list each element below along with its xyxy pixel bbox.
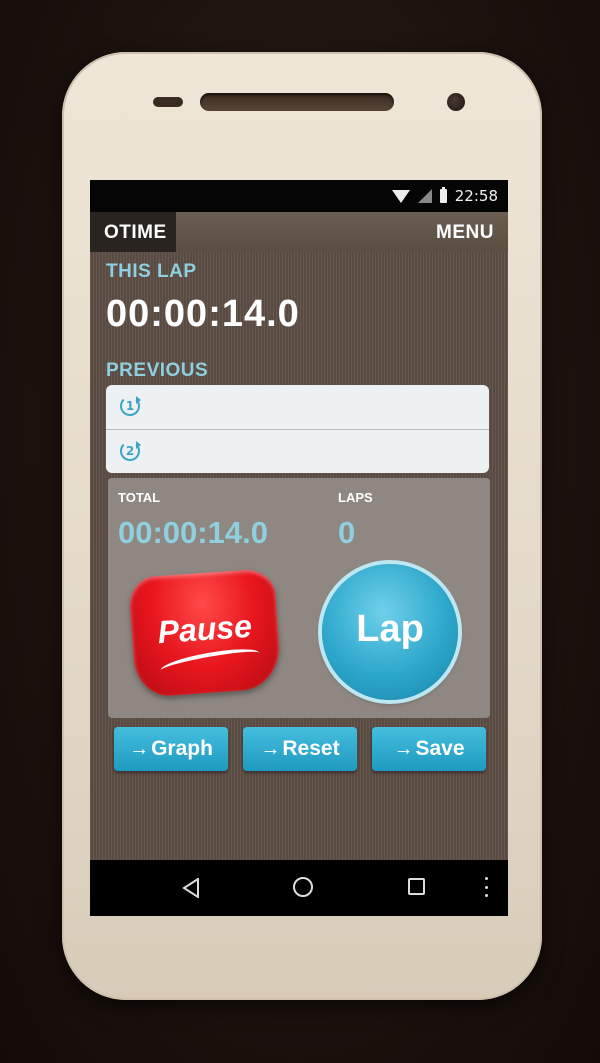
status-bar: 22:58 [90,180,508,212]
graph-button-label: Graph [151,737,213,760]
wifi-icon [391,189,410,203]
this-lap-label: THIS LAP [106,261,197,282]
previous-label: PREVIOUS [106,360,209,381]
lap-button[interactable]: Lap [322,564,458,700]
reset-button-label: Reset [282,737,340,760]
status-clock: 22:58 [454,187,498,205]
menu-button[interactable]: MENU [436,212,494,254]
navigation-bar [90,860,508,916]
pause-button-label: Pause [156,607,254,651]
battery-icon [439,187,447,203]
arrow-right-icon: → [260,737,281,760]
total-label: TOTAL [118,490,161,505]
arrow-right-icon: → [393,737,414,760]
app-bar: OTIME MENU [90,212,508,252]
pause-button[interactable]: Pause [127,568,283,698]
back-icon[interactable] [182,878,200,898]
laps-label: LAPS [338,490,373,505]
lap-history-icon: 1 [120,396,141,416]
front-camera [447,93,465,111]
main-content: THIS LAP 00:00:14.0 PREVIOUS 1 2 TOTAL 0… [90,252,508,860]
proximity-sensor [153,97,183,107]
lap-button-label: Lap [356,608,424,650]
save-button-label: Save [415,737,465,760]
laps-count: 0 [338,515,356,550]
earpiece-speaker [200,93,394,111]
lap-history-icon: 2 [120,441,141,461]
previous-lap-row[interactable]: 2 [106,429,489,473]
app-logo: OTIME [90,212,176,252]
total-value: 00:00:14.0 [118,515,268,550]
reset-button[interactable]: → Reset [243,727,357,771]
graph-button[interactable]: → Graph [114,727,228,771]
signal-icon [417,189,432,203]
home-icon[interactable] [293,877,313,897]
arrow-right-icon: → [129,737,150,760]
previous-laps-list: 1 2 [106,385,489,473]
save-button[interactable]: → Save [372,727,486,771]
overflow-menu-icon[interactable] [484,877,488,897]
status-icons: 22:58 [391,187,498,205]
phone-screen: 22:58 OTIME MENU THIS LAP 00:00:14.0 PRE… [90,180,508,916]
stopwatch-panel: TOTAL 00:00:14.0 LAPS 0 Pause Lap [108,478,490,718]
previous-lap-row[interactable]: 1 [106,385,489,429]
recents-icon[interactable] [408,878,425,895]
this-lap-time: 00:00:14.0 [106,293,300,335]
